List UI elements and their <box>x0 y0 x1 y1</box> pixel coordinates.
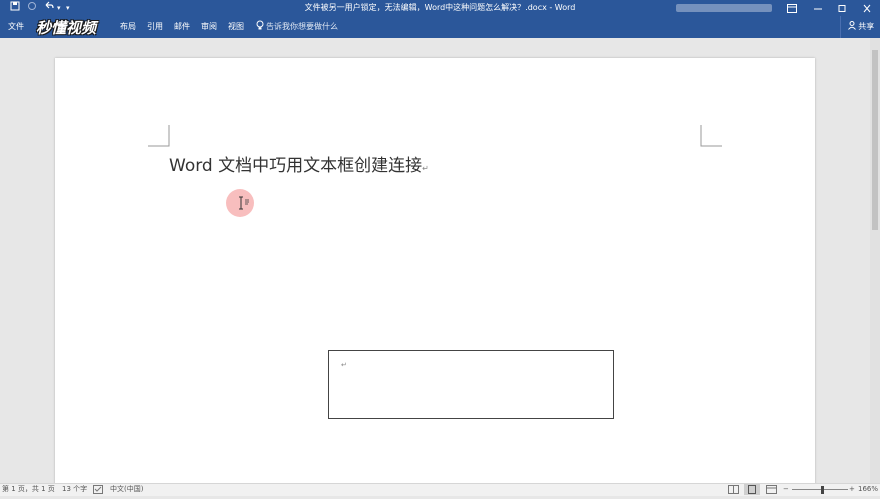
person-icon <box>847 21 859 31</box>
ribbon-display-options-icon[interactable] <box>780 0 804 16</box>
text-cursor-icon <box>239 196 249 210</box>
margin-corner-top-right <box>700 125 722 147</box>
read-mode-icon[interactable] <box>728 485 739 498</box>
document-workspace[interactable]: Word 文档中巧用文本框创建连接↵ ↵ <box>0 38 870 488</box>
vertical-scrollbar[interactable] <box>870 38 880 483</box>
ribbon-tabs: 文件 布局 引用 邮件 审阅 视图 秒懂视频 告诉我你想要做什么 <box>0 16 880 38</box>
restore-icon[interactable] <box>830 0 854 16</box>
tab-layout[interactable]: 布局 <box>120 21 136 33</box>
document-heading[interactable]: Word 文档中巧用文本框创建连接↵ <box>169 154 429 181</box>
print-layout-icon[interactable] <box>744 484 760 495</box>
paragraph-mark: ↵ <box>422 164 429 173</box>
tab-review[interactable]: 审阅 <box>201 21 217 33</box>
zoom-slider-thumb[interactable] <box>821 486 824 494</box>
account-name-blurred <box>676 4 772 12</box>
tab-references[interactable]: 引用 <box>147 21 163 33</box>
document-page[interactable]: Word 文档中巧用文本框创建连接↵ ↵ <box>55 58 815 488</box>
tell-me-search[interactable]: 告诉我你想要做什么 <box>266 21 338 33</box>
status-bar: 第 1 页，共 1 页 13 个字 中文(中国) − + 166% <box>0 483 880 496</box>
share-label: 共享 <box>858 22 875 31</box>
text-box-paragraph-mark: ↵ <box>341 361 347 369</box>
zoom-out-icon[interactable]: − <box>783 484 789 495</box>
tab-file[interactable]: 文件 <box>8 21 24 33</box>
web-layout-icon[interactable] <box>766 485 777 498</box>
proofing-icon[interactable] <box>93 485 103 498</box>
zoom-in-icon[interactable]: + <box>849 484 855 495</box>
close-icon[interactable] <box>855 0 879 16</box>
lightbulb-icon <box>256 20 264 35</box>
share-button[interactable]: 共享 <box>840 16 880 38</box>
minimize-icon[interactable] <box>806 0 830 16</box>
zoom-slider[interactable] <box>792 489 848 490</box>
scrollbar-thumb[interactable] <box>872 50 878 230</box>
margin-corner-top-left <box>148 125 170 147</box>
heading-text: Word 文档中巧用文本框创建连接 <box>169 156 423 176</box>
tab-mailings[interactable]: 邮件 <box>174 21 190 33</box>
word-count[interactable]: 13 个字 <box>62 484 87 495</box>
tab-view[interactable]: 视图 <box>228 21 244 33</box>
zoom-level[interactable]: 166% <box>858 484 878 495</box>
page-count[interactable]: 第 1 页，共 1 页 <box>2 484 55 495</box>
text-box[interactable]: ↵ <box>328 350 614 419</box>
language[interactable]: 中文(中国) <box>110 484 143 495</box>
title-bar: ▾ ▾ 文件被另一用户锁定，无法编辑，Word中这种问题怎么解决？.docx -… <box>0 0 880 16</box>
watermark-logo: 秒懂视频 <box>36 19 97 37</box>
